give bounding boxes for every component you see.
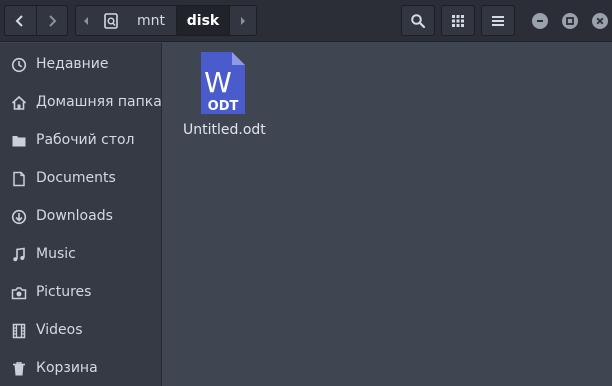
minimize-button[interactable] <box>532 13 548 29</box>
sidebar: Недавние Домашняя папка Рабочий стол Doc… <box>0 43 162 386</box>
sidebar-item-videos[interactable]: Videos <box>0 311 161 349</box>
download-icon <box>11 209 27 225</box>
search-button[interactable] <box>401 5 435 36</box>
film-icon <box>12 323 26 339</box>
grid-icon <box>452 14 464 27</box>
sidebar-item-home[interactable]: Домашняя папка <box>0 83 162 121</box>
file-item[interactable]: W ODT Untitled.odt <box>183 49 266 138</box>
drive-icon <box>104 12 118 29</box>
sidebar-item-label: Недавние <box>36 56 109 72</box>
close-icon <box>596 17 604 25</box>
headerbar: mnt disk <box>0 0 612 42</box>
chevron-right-icon <box>49 14 57 27</box>
sidebar-item-recent[interactable]: Недавние <box>0 45 161 83</box>
file-badge-type: ODT <box>208 99 239 114</box>
back-button[interactable] <box>5 6 36 35</box>
file-name: Untitled.odt <box>183 122 266 138</box>
triangle-right-icon <box>241 16 245 25</box>
close-button[interactable] <box>592 13 608 29</box>
navigation-buttons <box>4 5 68 36</box>
folder-icon <box>12 136 26 147</box>
trash-icon <box>13 362 25 376</box>
sidebar-item-label: Домашняя папка <box>36 94 162 110</box>
sidebar-item-label: Корзина <box>36 360 98 376</box>
forward-button[interactable] <box>35 6 68 35</box>
sidebar-item-label: Music <box>36 246 76 262</box>
music-icon <box>13 247 25 262</box>
sidebar-item-label: Documents <box>36 170 116 186</box>
clock-icon <box>11 57 27 73</box>
path-segment-mnt[interactable]: mnt <box>126 6 176 35</box>
sidebar-item-label: Videos <box>36 322 83 338</box>
path-scroll-left-button[interactable] <box>76 6 96 35</box>
sidebar-item-desktop[interactable]: Рабочий стол <box>0 121 161 159</box>
path-root-button[interactable] <box>96 6 126 35</box>
path-bar: mnt disk <box>75 5 257 36</box>
camera-icon <box>11 287 27 300</box>
sidebar-item-downloads[interactable]: Downloads <box>0 197 161 235</box>
chevron-left-icon <box>15 14 23 27</box>
path-segment-disk[interactable]: disk <box>176 6 230 35</box>
search-icon <box>411 13 426 28</box>
sidebar-item-label: Downloads <box>36 208 113 224</box>
path-scroll-right-button[interactable] <box>230 6 256 35</box>
file-badge-letter: W <box>204 66 232 99</box>
sidebar-item-documents[interactable]: Documents <box>0 159 161 197</box>
maximize-button[interactable] <box>562 13 578 29</box>
menu-button[interactable] <box>481 5 515 36</box>
maximize-icon <box>566 17 574 25</box>
document-icon <box>13 171 25 187</box>
odt-file-icon: W ODT <box>201 52 245 114</box>
sidebar-item-trash[interactable]: Корзина <box>0 349 161 386</box>
sidebar-item-label: Рабочий стол <box>36 132 135 148</box>
sidebar-item-music[interactable]: Music <box>0 235 161 273</box>
triangle-left-icon <box>84 16 88 25</box>
minimize-icon <box>537 20 543 22</box>
sidebar-item-pictures[interactable]: Pictures <box>0 273 161 311</box>
sidebar-item-label: Pictures <box>36 284 92 300</box>
view-options-button[interactable] <box>441 5 475 36</box>
hamburger-icon <box>492 15 504 26</box>
file-view[interactable]: W ODT Untitled.odt <box>163 43 612 386</box>
home-icon <box>11 95 27 110</box>
